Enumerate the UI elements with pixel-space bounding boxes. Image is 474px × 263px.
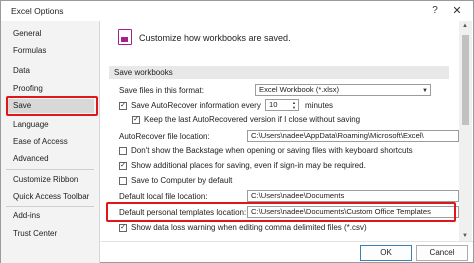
save-to-computer-checkbox[interactable] bbox=[119, 177, 127, 185]
cancel-button[interactable]: Cancel bbox=[416, 245, 468, 261]
autorecover-label: Save AutoRecover information every bbox=[131, 101, 261, 110]
chevron-down-icon: ▼ bbox=[422, 88, 428, 94]
title-bar: Excel Options ? ✕ bbox=[1, 1, 473, 21]
scroll-up-icon[interactable]: ▲ bbox=[462, 23, 468, 29]
autorecover-location-label: AutoRecover file location: bbox=[119, 132, 210, 141]
keep-last-version-label: Keep the last AutoRecovered version if I… bbox=[144, 115, 361, 124]
sidebar-item-ease-of-access[interactable]: Ease of Access bbox=[8, 135, 94, 149]
sidebar-item-language[interactable]: Language bbox=[8, 118, 94, 132]
sidebar-item-add-ins[interactable]: Add-ins bbox=[8, 209, 94, 223]
scroll-down-icon[interactable]: ▼ bbox=[462, 233, 468, 239]
footer-divider bbox=[101, 241, 473, 242]
help-icon[interactable]: ? bbox=[427, 3, 443, 19]
save-format-label: Save files in this format: bbox=[119, 86, 204, 95]
spin-arrows-icon[interactable]: ▲ ▼ bbox=[290, 100, 298, 110]
show-data-loss-checkbox[interactable]: ✓ bbox=[119, 224, 127, 232]
sidebar-divider bbox=[6, 206, 94, 207]
sidebar-item-data[interactable]: Data bbox=[8, 64, 94, 78]
autorecover-checkbox[interactable]: ✓ bbox=[119, 102, 127, 110]
save-highlight-box bbox=[6, 96, 98, 116]
sidebar-divider bbox=[6, 169, 94, 170]
page-title: Customize how workbooks are saved. bbox=[139, 33, 291, 43]
sidebar-item-general[interactable]: General bbox=[8, 27, 94, 41]
close-icon[interactable]: ✕ bbox=[449, 3, 465, 19]
save-format-select[interactable]: Excel Workbook (*.xlsx) ▼ bbox=[255, 84, 431, 96]
sidebar-item-formulas[interactable]: Formulas bbox=[8, 44, 94, 58]
show-data-loss-label: Show data loss warning when editing comm… bbox=[131, 223, 367, 232]
sidebar-item-quick-access-toolbar[interactable]: Quick Access Toolbar bbox=[8, 190, 94, 204]
sidebar-item-customize-ribbon[interactable]: Customize Ribbon bbox=[8, 173, 94, 187]
scroll-thumb[interactable] bbox=[462, 35, 469, 125]
default-local-location-field[interactable]: C:\Users\nadee\Documents bbox=[247, 190, 459, 202]
show-additional-places-checkbox[interactable]: ✓ bbox=[119, 162, 127, 170]
ok-button[interactable]: OK bbox=[360, 245, 412, 261]
section-header: Save workbooks bbox=[109, 66, 449, 79]
autorecover-minutes-value: 10 bbox=[269, 100, 278, 109]
sidebar-item-proofing[interactable]: Proofing bbox=[8, 82, 94, 96]
vertical-scrollbar[interactable]: ▲ ▼ bbox=[459, 21, 472, 241]
sidebar-item-advanced[interactable]: Advanced bbox=[8, 152, 94, 166]
templates-location-highlight-box bbox=[106, 202, 456, 222]
default-local-location-label: Default local file location: bbox=[119, 192, 208, 201]
save-icon bbox=[118, 29, 132, 45]
show-additional-places-label: Show additional places for saving, even … bbox=[131, 161, 366, 170]
excel-options-dialog: Excel Options ? ✕ General Formulas Data … bbox=[0, 0, 474, 263]
dont-show-backstage-checkbox[interactable] bbox=[119, 147, 127, 155]
keep-last-version-checkbox[interactable]: ✓ bbox=[132, 116, 140, 124]
save-to-computer-label: Save to Computer by default bbox=[131, 176, 233, 185]
autorecover-minutes-stepper[interactable]: 10 ▲ ▼ bbox=[265, 99, 299, 111]
minutes-label: minutes bbox=[305, 101, 334, 110]
dont-show-backstage-label: Don't show the Backstage when opening or… bbox=[131, 146, 413, 155]
autorecover-location-field[interactable]: C:\Users\nadee\AppData\Roaming\Microsoft… bbox=[247, 130, 459, 142]
sidebar: General Formulas Data Proofing Save Lang… bbox=[1, 21, 100, 263]
window-title: Excel Options bbox=[11, 6, 64, 16]
save-format-value: Excel Workbook (*.xlsx) bbox=[259, 85, 340, 94]
sidebar-item-trust-center[interactable]: Trust Center bbox=[8, 227, 94, 241]
